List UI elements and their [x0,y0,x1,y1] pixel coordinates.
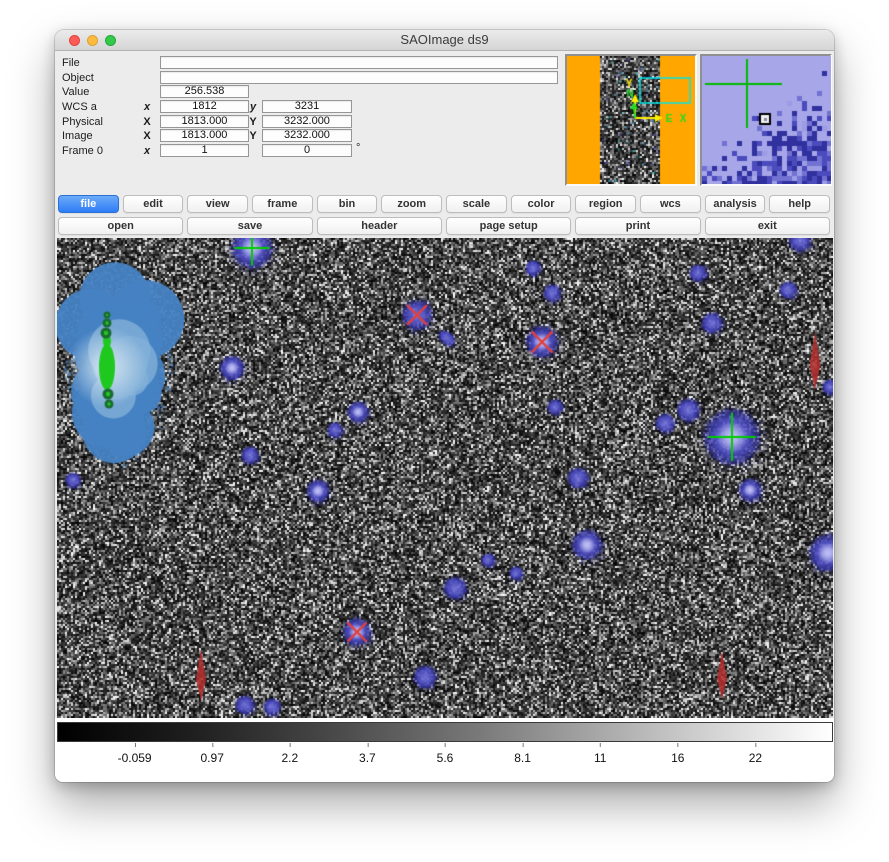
open-button[interactable]: open [58,217,183,235]
value-label: Value [62,85,89,99]
image-x-field[interactable]: 1813.000 [160,129,249,142]
exit-button[interactable]: exit [705,217,830,235]
menu-tab-bin[interactable]: bin [317,195,378,213]
zoom-button[interactable] [105,35,116,46]
menu-tab-analysis[interactable]: analysis [705,195,766,213]
wcs-x-axis-label: x [141,100,153,114]
menu-tab-region[interactable]: region [575,195,636,213]
colorbar-tick: 0.97 [201,751,224,765]
colorbar-tick: -0.059 [118,751,152,765]
frame-label: Frame 0 [62,144,103,158]
page-setup-button[interactable]: page setup [446,217,571,235]
ds9-window: SAOImage ds9 File Object Value 256.538 W… [55,30,834,782]
desktop: SAOImage ds9 File Object Value 256.538 W… [0,0,889,862]
physical-x-axis-label: X [141,115,153,129]
panner[interactable] [565,54,697,186]
image-y-field[interactable]: 3232.000 [262,129,352,142]
file-label: File [62,56,80,70]
file-menu-row: open save header page setup print exit [58,217,830,235]
menu-tab-row: file edit view frame bin zoom scale colo… [58,195,830,213]
menu-tab-frame[interactable]: frame [252,195,313,213]
colorbar-tick: 2.2 [281,751,298,765]
physical-y-field[interactable]: 3232.000 [262,115,352,128]
image-label: Image [62,129,93,143]
physical-y-axis-label: Y [247,115,259,129]
colorbar-tick: 16 [671,751,684,765]
object-label: Object [62,71,94,85]
image-viewport[interactable] [57,238,833,718]
physical-x-field[interactable]: 1813.000 [160,115,249,128]
image-y-axis-label: Y [247,129,259,143]
title-bar[interactable]: SAOImage ds9 [55,30,834,51]
menu-tab-scale[interactable]: scale [446,195,507,213]
colorbar-tick: 3.7 [359,751,376,765]
wcs-x-field[interactable]: 1812 [160,100,249,113]
physical-label: Physical [62,115,103,129]
wcs-y-axis-label: y [247,100,259,114]
menu-tab-wcs[interactable]: wcs [640,195,701,213]
colorbar[interactable] [57,722,833,742]
wcs-y-field[interactable]: 3231 [262,100,352,113]
frame-x-axis-label: x [141,144,153,158]
minimize-button[interactable] [87,35,98,46]
degree-symbol: ° [356,142,360,154]
print-button[interactable]: print [575,217,700,235]
save-button[interactable]: save [187,217,312,235]
menu-tab-view[interactable]: view [187,195,248,213]
colorbar-tick: 5.6 [437,751,454,765]
window-title: SAOImage ds9 [55,30,834,50]
header-button[interactable]: header [317,217,442,235]
panner-canvas[interactable] [567,56,695,184]
menu-tab-color[interactable]: color [511,195,572,213]
colorbar-scale: -0.059 0.97 2.2 3.7 5.6 8.1 11 16 22 [57,742,833,770]
menu-tab-zoom[interactable]: zoom [381,195,442,213]
menu-tab-edit[interactable]: edit [123,195,184,213]
colorbar-tick: 8.1 [514,751,531,765]
colorbar-tick: 11 [594,751,606,765]
image-x-axis-label: X [141,129,153,143]
file-field[interactable] [160,56,558,69]
wcs-label: WCS a [62,100,97,114]
menu-tab-file[interactable]: file [58,195,119,213]
menu-tab-help[interactable]: help [769,195,830,213]
magnifier-canvas[interactable] [702,56,831,184]
frame-rotate-field[interactable]: 0 [262,144,352,157]
close-button[interactable] [69,35,80,46]
object-field[interactable] [160,71,558,84]
colorbar-tick: 22 [749,751,762,765]
frame-zoom-field[interactable]: 1 [160,144,249,157]
magnifier[interactable] [700,54,832,186]
value-field[interactable]: 256.538 [160,85,249,98]
